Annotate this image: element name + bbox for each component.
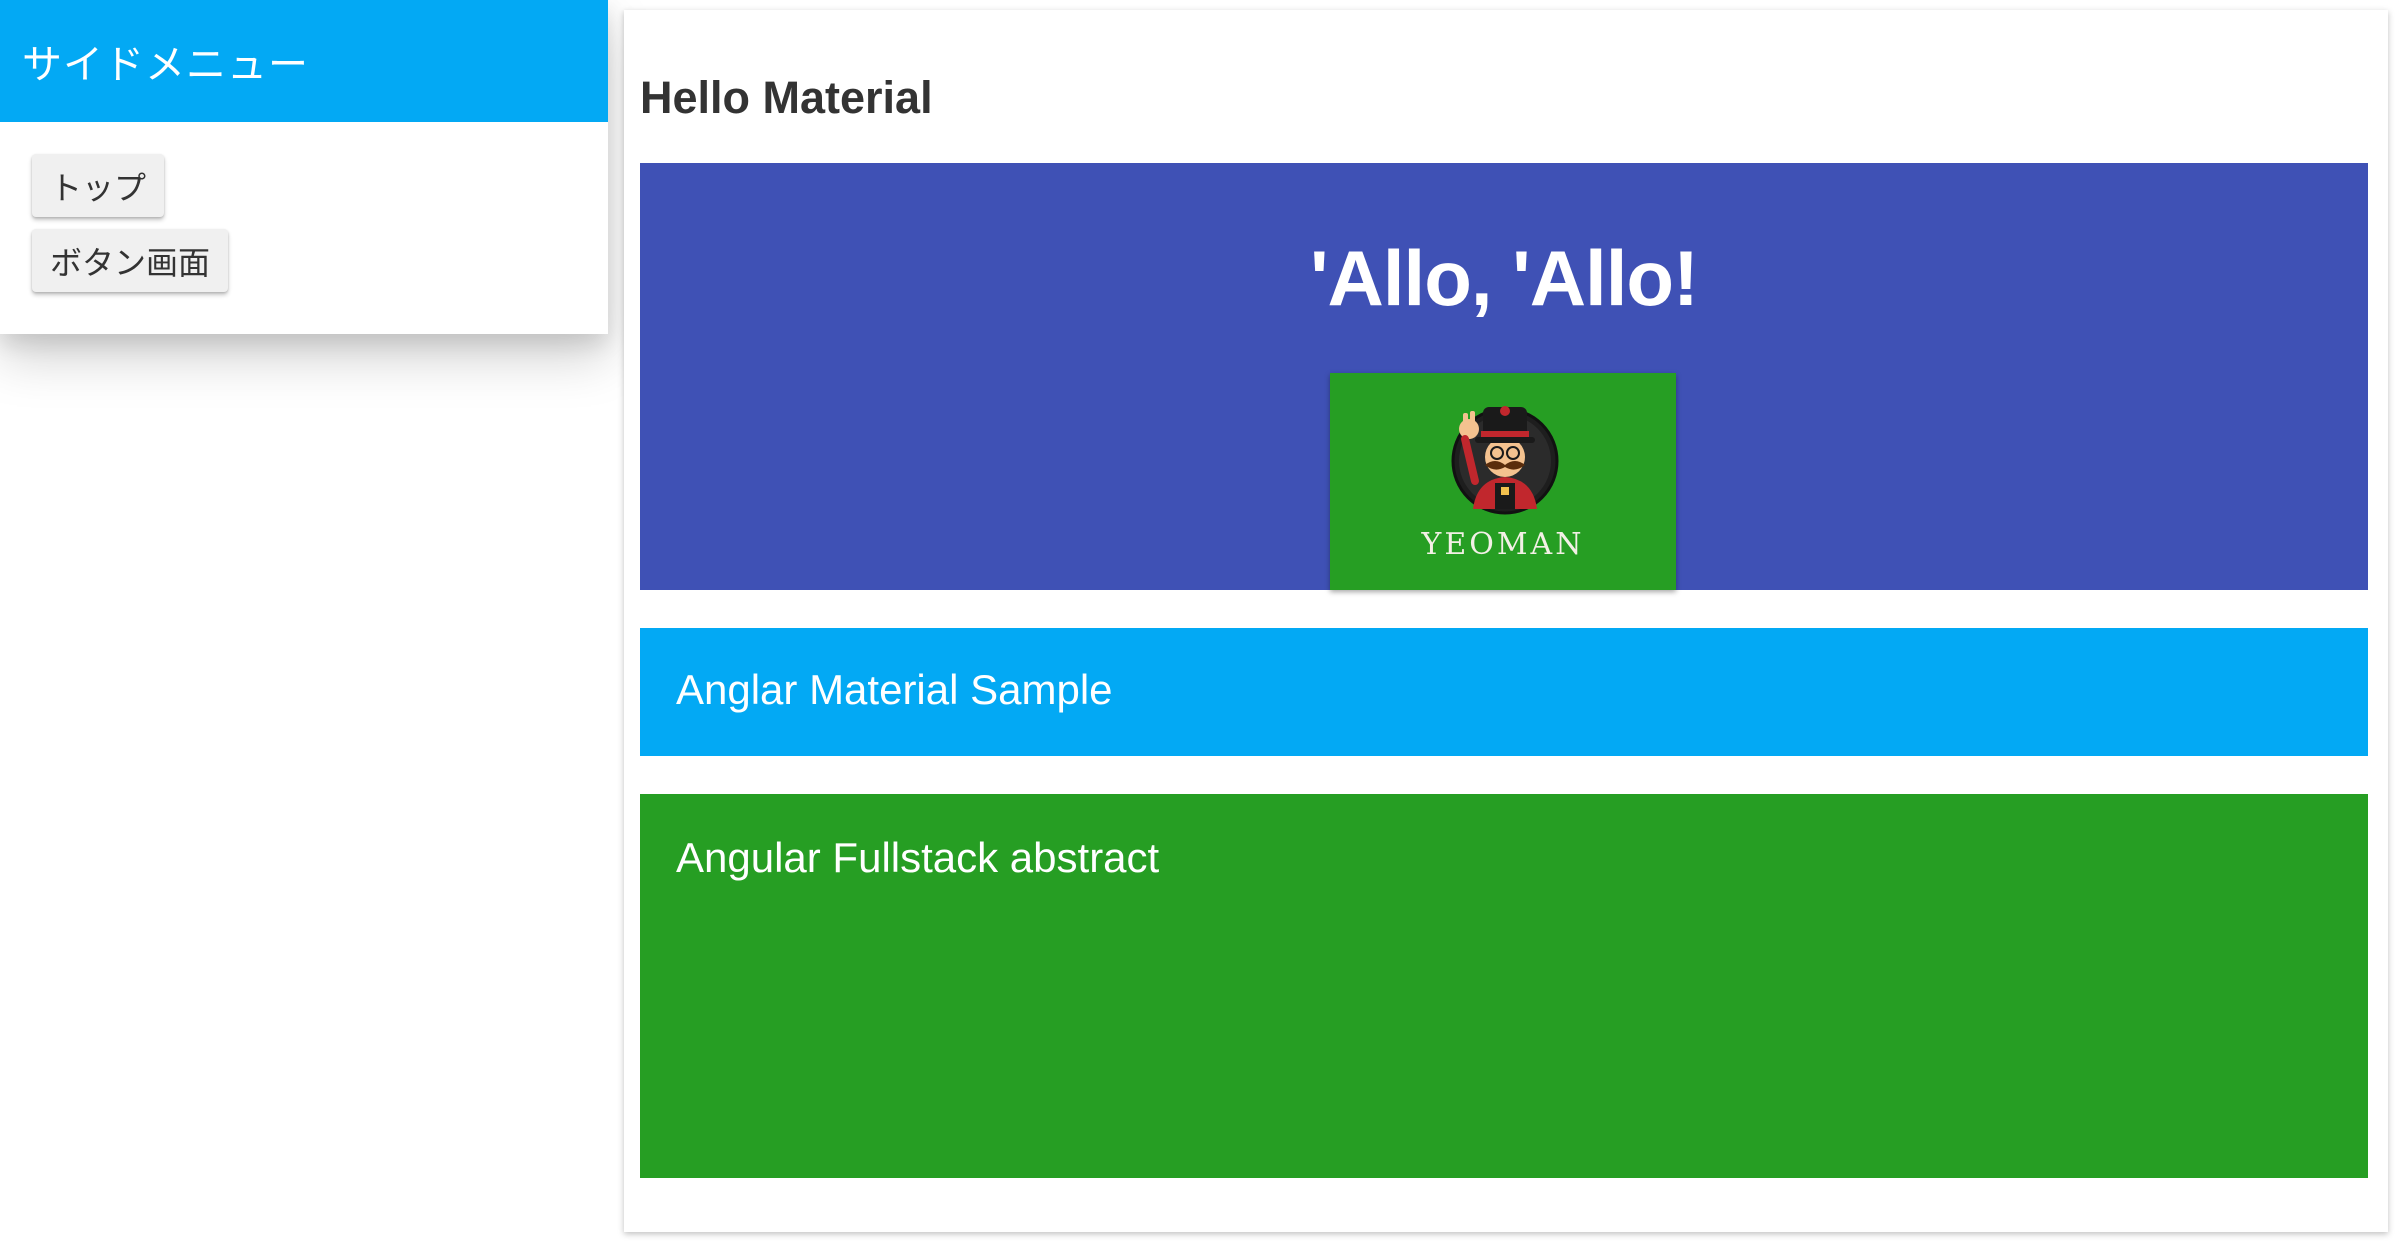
- hero-banner: 'Allo, 'Allo! YEOMAN: [640, 163, 2368, 590]
- main-content: Hello Material 'Allo, 'Allo! YEOMAN Angl…: [624, 10, 2388, 1232]
- fullstack-abstract-text: Angular Fullstack abstract: [676, 834, 1160, 881]
- yeoman-mascot-icon: [1451, 406, 1559, 515]
- page-title: Hello Material: [640, 72, 933, 123]
- fullstack-abstract-card: Angular Fullstack abstract: [640, 794, 2368, 1178]
- material-sample-card: Anglar Material Sample: [640, 628, 2368, 756]
- side-menu-items: トップ ボタン画面: [0, 122, 608, 292]
- sidebar-item-button-screen[interactable]: ボタン画面: [32, 229, 229, 292]
- side-menu: サイドメニュー トップ ボタン画面: [0, 0, 608, 334]
- logo-wordmark: YEOMAN: [1421, 527, 1585, 562]
- hero-heading: 'Allo, 'Allo!: [1309, 234, 1699, 322]
- yeoman-logo: YEOMAN: [1330, 373, 1676, 590]
- side-menu-title: サイドメニュー: [0, 0, 608, 122]
- material-sample-text: Anglar Material Sample: [676, 666, 1113, 713]
- sidebar-item-top[interactable]: トップ: [32, 154, 165, 217]
